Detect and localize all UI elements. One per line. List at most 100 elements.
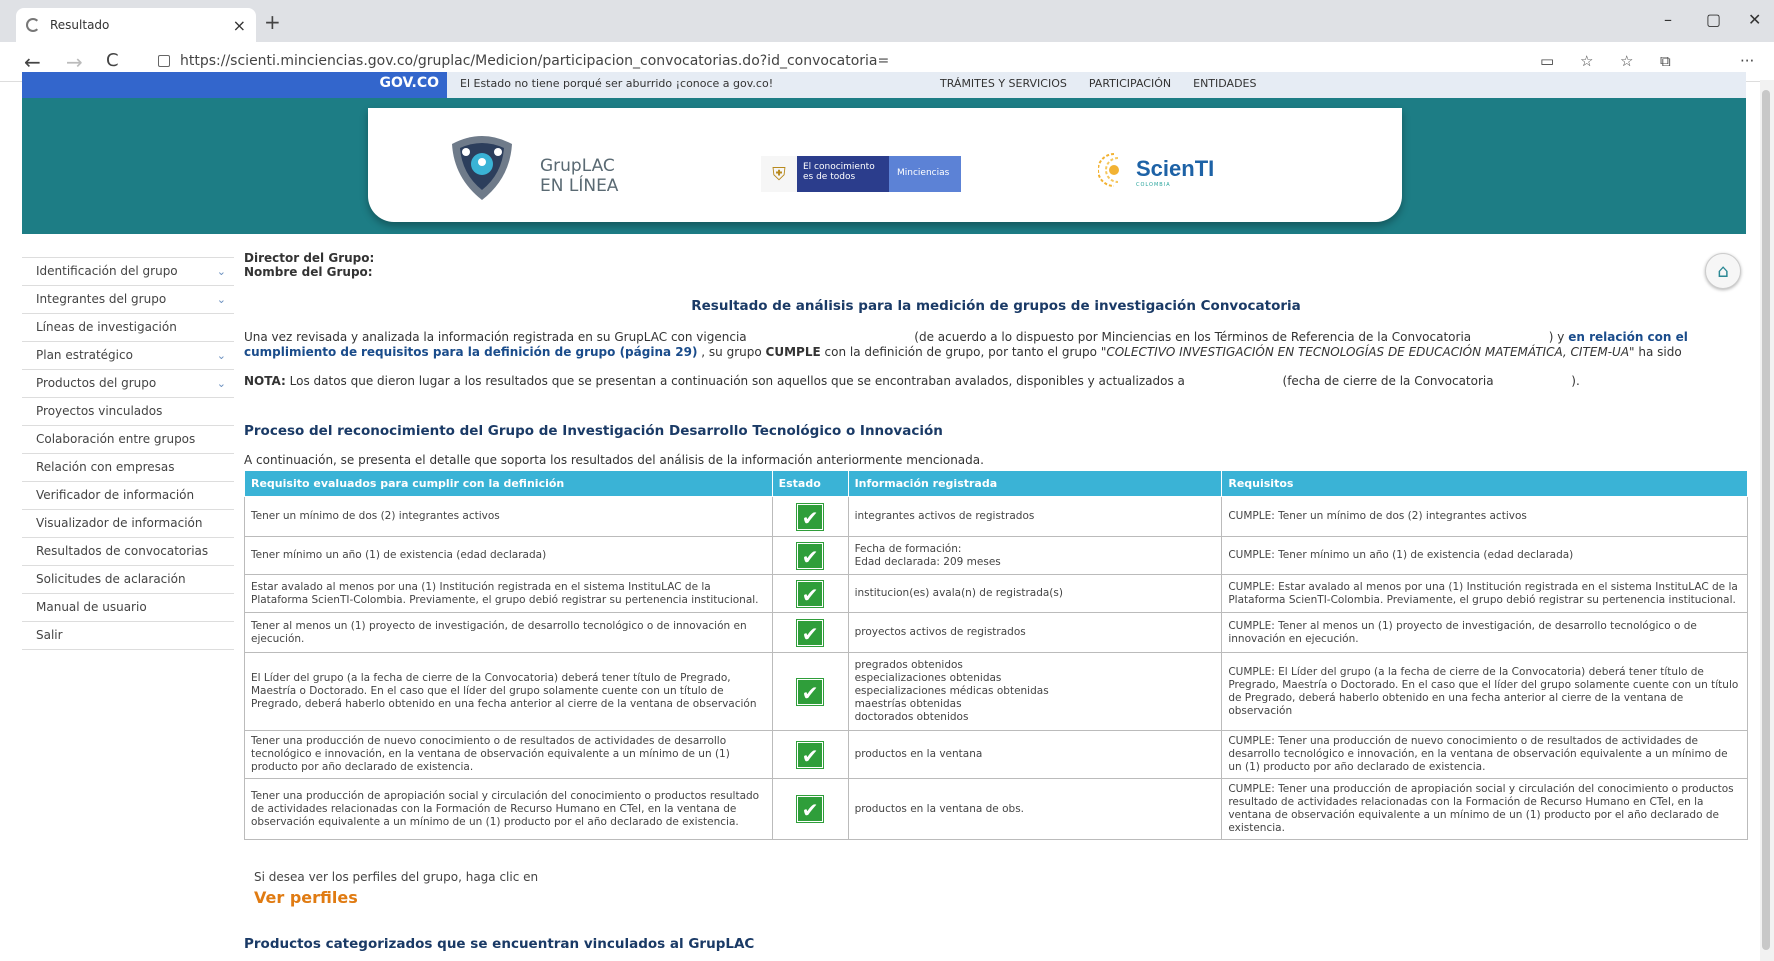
nota-paragraph: NOTA: Los datos que dieron lugar a los r… [244, 374, 1748, 389]
browser-tab[interactable]: Resultado × [16, 8, 256, 42]
table-row: Tener al menos un (1) proyecto de invest… [244, 612, 1748, 653]
forward-button[interactable]: → [66, 50, 83, 74]
url-field[interactable]: https://scienti.minciencias.gov.co/grupl… [180, 53, 889, 69]
nota-text: Los datos que dieron lugar a los resulta… [289, 374, 1185, 388]
table-row: Tener un mínimo de dos (2) integrantes a… [244, 496, 1748, 537]
collections-icon[interactable]: ⧉ [1660, 52, 1671, 70]
intro-text-e: con la definición de grupo, por tanto el… [824, 345, 1098, 359]
reload-button[interactable]: C [106, 50, 119, 71]
gruplac-line2: EN LÍNEA [540, 176, 619, 196]
gov-logo[interactable]: GOV.CO [22, 72, 447, 98]
reader-icon[interactable]: ▭ [1540, 52, 1554, 70]
tab-close-icon[interactable]: × [233, 16, 246, 35]
sidebar-item-label: Salir [36, 628, 63, 642]
scienti-text: ScienTI [1136, 156, 1215, 181]
maximize-button[interactable]: ▢ [1706, 10, 1721, 29]
sidebar-item[interactable]: Verificador de información [22, 482, 234, 510]
scienti-sun-icon [1098, 153, 1119, 187]
sidebar-item[interactable]: Líneas de investigación [22, 314, 234, 342]
state-cell: ✔ [771, 496, 849, 537]
view-profiles-link[interactable]: Ver perfiles [254, 888, 358, 907]
sidebar-item[interactable]: Salir [22, 622, 234, 650]
sidebar-item[interactable]: Manual de usuario [22, 594, 234, 622]
sidebar-item[interactable]: Colaboración entre grupos [22, 426, 234, 454]
result-cell: CUMPLE: Tener una producción de nuevo co… [1221, 730, 1748, 779]
more-icon[interactable]: ··· [1740, 52, 1754, 70]
scienti-subtext: COLOMBIA [1136, 182, 1171, 188]
scrollbar-thumb[interactable] [1762, 90, 1770, 950]
nota-label: NOTA: [244, 374, 286, 388]
cumple-label: CUMPLE [765, 345, 821, 359]
info-cell: productos en la ventana [847, 730, 1223, 779]
requirement-cell: Tener mínimo un año (1) de existencia (e… [244, 536, 773, 575]
back-button[interactable]: ← [24, 50, 41, 74]
sidebar-item[interactable]: Proyectos vinculados [22, 398, 234, 426]
sidebar-item-label: Verificador de información [36, 488, 195, 502]
table-row: El Líder del grupo (a la fecha de cierre… [244, 652, 1748, 731]
gov-link-participacion[interactable]: PARTICIPACIÓN [1089, 77, 1171, 90]
chevron-down-icon[interactable]: ⌄ [217, 377, 226, 391]
sidebar-item[interactable]: Integrantes del grupo ⌄ [22, 286, 234, 314]
sidebar-item-label: Colaboración entre grupos [36, 432, 196, 446]
sidebar-item[interactable]: Resultados de convocatorias [22, 538, 234, 566]
gov-logo-text: GOV.CO [379, 75, 439, 91]
gov-link-tramites[interactable]: TRÁMITES Y SERVICIOS [940, 77, 1067, 90]
group-name-value: "COLECTIVO INVESTIGACIÓN EN TECNOLOGÍAS … [1100, 345, 1635, 359]
slogan-line2: es de todos [803, 172, 856, 182]
info-cell: productos en la ventana de obs. [847, 778, 1223, 840]
gov-link-entidades[interactable]: ENTIDADES [1193, 77, 1256, 90]
table-header-row: Requisito evaluados para cumplir con la … [244, 470, 1748, 497]
slogan-line1: El conocimiento [803, 162, 875, 172]
result-cell: CUMPLE: Estar avalado al menos por una (… [1221, 574, 1748, 613]
checkmark-icon: ✔ [797, 542, 824, 569]
close-window-button[interactable]: ✕ [1748, 10, 1761, 29]
result-cell: CUMPLE: Tener mínimo un año (1) de exist… [1221, 536, 1748, 575]
intro-text-c: ) y [1548, 330, 1565, 344]
minimize-button[interactable]: – [1664, 10, 1672, 29]
table-row: Estar avalado al menos por una (1) Insti… [244, 574, 1748, 613]
requirements-link-b[interactable]: requisitos para la definición de grupo (… [361, 345, 697, 359]
chevron-down-icon[interactable]: ⌄ [217, 265, 226, 279]
home-icon[interactable]: ⌂ [1705, 253, 1741, 289]
col-estado: Estado [771, 470, 849, 497]
detail-text: A continuación, se presenta el detalle q… [244, 453, 984, 467]
sidebar-item-label: Identificación del grupo [36, 264, 178, 278]
checkmark-icon: ✔ [797, 503, 824, 530]
profiles-text: Si desea ver los perfiles del grupo, hag… [254, 870, 539, 884]
gov-tagline[interactable]: El Estado no tiene porqué ser aburrido ¡… [460, 77, 773, 90]
requirement-cell: Tener una producción de nuevo conocimien… [244, 730, 773, 779]
intro-text-d: , su grupo [701, 345, 762, 359]
sidebar-item[interactable]: Visualizador de información [22, 510, 234, 538]
sidebar-item[interactable]: Solicitudes de aclaración [22, 566, 234, 594]
sidebar-item-label: Resultados de convocatorias [36, 544, 209, 558]
chevron-down-icon[interactable]: ⌄ [217, 293, 226, 307]
nota-text-b: (fecha de cierre de la Convocatoria [1282, 374, 1494, 388]
favorites-icon[interactable]: ☆ [1620, 52, 1633, 70]
sidebar-item[interactable]: Productos del grupo ⌄ [22, 370, 234, 398]
state-cell: ✔ [771, 730, 849, 779]
sidebar-item-label: Integrantes del grupo [36, 292, 167, 306]
sidebar-item-label: Proyectos vinculados [36, 404, 163, 418]
group-name-label: Nombre del Grupo: [244, 265, 373, 279]
favorite-add-icon[interactable]: ☆ [1580, 52, 1593, 70]
requirement-cell: Estar avalado al menos por una (1) Insti… [244, 574, 773, 613]
info-cell: integrantes activos de registrados [847, 496, 1223, 537]
sidebar-item-label: Solicitudes de aclaración [36, 572, 186, 586]
checkmark-icon: ✔ [797, 796, 824, 822]
sidebar-item[interactable]: Plan estratégico ⌄ [22, 342, 234, 370]
intro-text-a: Una vez revisada y analizada la informac… [244, 330, 747, 344]
minciencias-logo: ⛨ El conocimiento es de todos Minciencia… [761, 156, 961, 192]
sidebar: Identificación del grupo ⌄ Integrantes del… [22, 257, 234, 650]
minciencias-name: Minciencias [889, 156, 961, 192]
sidebar-item[interactable]: Identificación del grupo ⌄ [22, 258, 234, 286]
table-row: Tener una producción de apropiación soci… [244, 778, 1748, 840]
sidebar-item[interactable]: Relación con empresas [22, 454, 234, 482]
intro-text-f: ha sido [1638, 345, 1682, 359]
products-title: Productos categorizados que se encuentra… [244, 936, 755, 952]
chevron-down-icon[interactable]: ⌄ [217, 349, 226, 363]
sidebar-item-label: Plan estratégico [36, 348, 133, 362]
info-cell: institucion(es) avala(n) de registrada(s… [847, 574, 1223, 613]
requirement-cell: El Líder del grupo (a la fecha de cierre… [244, 652, 773, 731]
gov-bar: GOV.CO El Estado no tiene porqué ser abu… [22, 72, 1746, 98]
new-tab-button[interactable]: + [264, 10, 281, 34]
